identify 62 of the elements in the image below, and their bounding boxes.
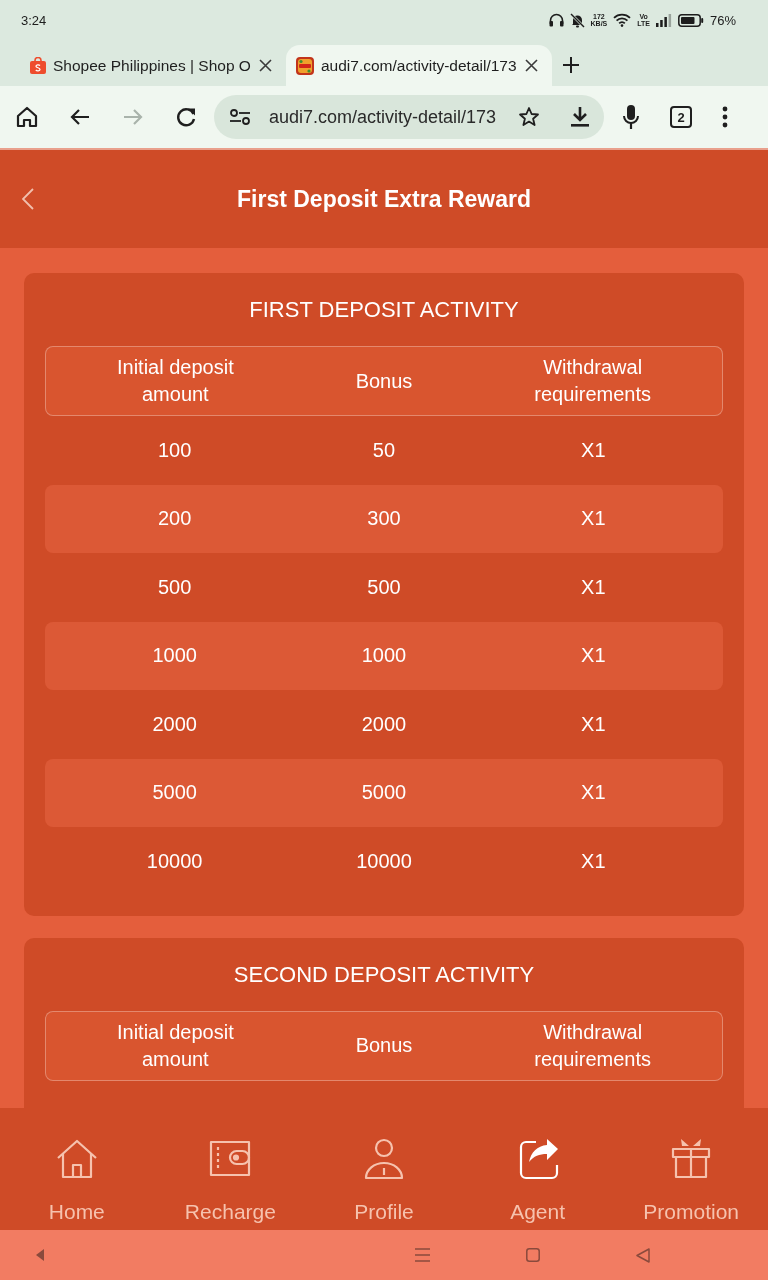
reload-icon[interactable]	[174, 105, 198, 129]
table-cell: 100	[157, 438, 192, 462]
column-header: Bonus	[355, 368, 413, 394]
table-cell: 500	[157, 575, 192, 599]
table-cell: 5000	[361, 781, 407, 805]
menu-icon[interactable]	[722, 106, 728, 128]
table-cell: 10000	[356, 849, 412, 873]
clock-time: 3:24	[21, 12, 48, 28]
address-bar[interactable]: audi7.com/activity-detail/173	[214, 95, 604, 139]
bottom-nav-item[interactable]: Recharge	[153, 1108, 308, 1230]
bottom-nav-item[interactable]: Agent	[460, 1108, 615, 1230]
table-cell: 500	[367, 575, 401, 599]
table-cell: 1000	[152, 644, 197, 668]
download-icon[interactable]	[570, 106, 590, 128]
shopping-bag-icon	[30, 57, 46, 74]
bottom-nav-item[interactable]: Home	[0, 1108, 154, 1230]
plus-icon[interactable]	[562, 56, 580, 74]
column-header: Initial deposit amount	[115, 355, 235, 407]
browser-tab[interactable]: Shopee Philippines | Shop O	[20, 45, 286, 86]
back-triangle-icon[interactable]	[636, 1247, 650, 1263]
tab-switcher-button[interactable]: 2	[670, 106, 692, 128]
muted-bell-icon	[569, 12, 585, 28]
back-chevron-icon[interactable]	[22, 188, 34, 210]
table-cell: X1	[581, 781, 606, 805]
site-settings-icon[interactable]	[229, 107, 251, 127]
table-cell: X1	[581, 712, 606, 736]
activity-title: FIRST DEPOSIT ACTIVITY	[248, 296, 520, 324]
game-app-icon	[296, 56, 314, 75]
page-title: First Deposit Extra Reward	[236, 185, 532, 213]
home-icon[interactable]	[15, 105, 39, 129]
square-icon[interactable]	[526, 1248, 540, 1262]
table-cell: 10000	[146, 849, 203, 873]
table-cell: 2000	[152, 712, 197, 736]
table-cell: X1	[581, 849, 606, 873]
table-cell: X1	[581, 507, 606, 531]
column-header: Withdrawal requirements	[533, 355, 652, 407]
table-cell: X1	[581, 438, 606, 462]
column-header: Withdrawal requirements	[533, 1019, 652, 1072]
signal-icon	[655, 13, 672, 27]
battery-icon	[677, 13, 704, 27]
table-cell: X1	[581, 575, 606, 599]
bottom-nav-item[interactable]: Promotion	[614, 1108, 768, 1230]
table-cell: 200	[157, 507, 192, 531]
battery-percentage: 76%	[709, 12, 736, 28]
close-icon[interactable]	[259, 59, 272, 72]
triangle-left-icon[interactable]	[36, 1249, 44, 1261]
bottom-nav-item[interactable]: Profile	[307, 1108, 461, 1230]
table-cell: 50	[372, 438, 396, 462]
activity-title: SECOND DEPOSIT ACTIVITY	[232, 960, 536, 989]
column-header: Bonus	[355, 1033, 413, 1058]
headphones-icon	[548, 13, 564, 27]
microphone-icon[interactable]	[622, 104, 640, 130]
table-cell: X1	[581, 644, 606, 668]
table-cell: 5000	[152, 781, 197, 805]
wifi-icon	[613, 13, 632, 27]
star-icon[interactable]	[518, 106, 540, 128]
table-cell: 1000	[361, 644, 407, 668]
table-cell: 2000	[361, 712, 407, 736]
column-header: Initial deposit amount	[115, 1019, 235, 1072]
close-icon[interactable]	[525, 59, 538, 72]
table-cell: 300	[367, 507, 401, 531]
browser-tab[interactable]: audi7.com/activity-detail/173	[286, 45, 552, 86]
